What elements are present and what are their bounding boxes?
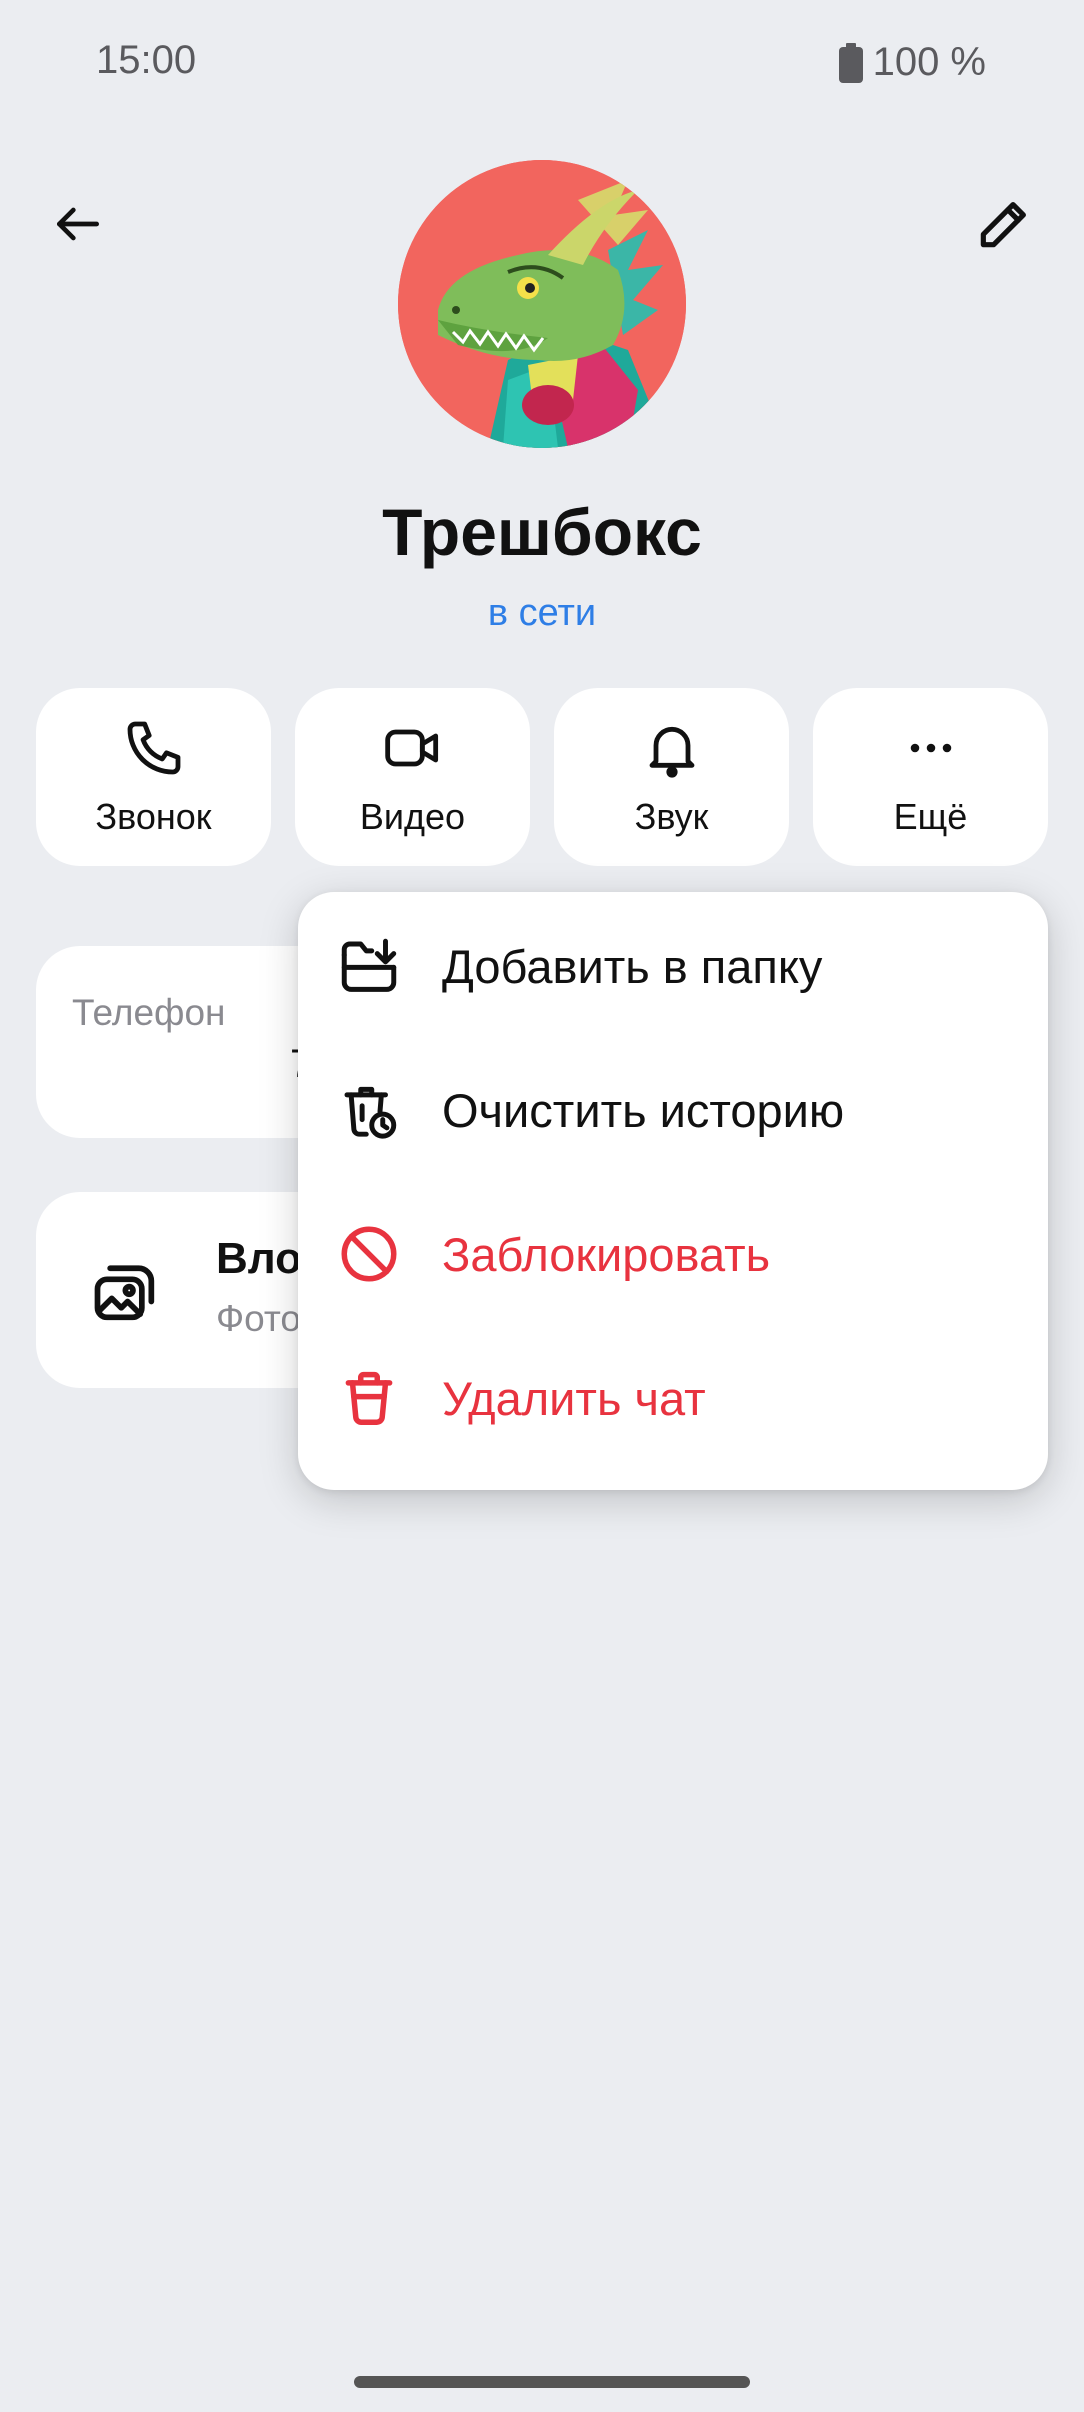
- profile-name: Трешбокс: [382, 495, 702, 569]
- trash-icon: [345, 1371, 393, 1425]
- battery-level: 100 %: [872, 40, 986, 84]
- pencil-icon: [980, 202, 1026, 248]
- action-buttons: Звонок Видео Звук Ещё: [36, 688, 1048, 866]
- back-button[interactable]: [44, 190, 112, 258]
- menu-delete-chat-label: Удалить чат: [442, 1371, 706, 1425]
- edit-button[interactable]: [968, 188, 1040, 260]
- more-label: Ещё: [893, 796, 968, 837]
- video-icon: [384, 729, 438, 767]
- menu-add-to-folder[interactable]: Добавить в папку: [298, 894, 1048, 1038]
- menu-clear-history[interactable]: Очистить историю: [298, 1038, 1048, 1182]
- status-time: 15:00: [96, 38, 197, 82]
- gallery-icon: [94, 1265, 155, 1321]
- home-indicator[interactable]: [354, 2376, 750, 2388]
- attachments-title: Вло: [216, 1234, 303, 1283]
- menu-block[interactable]: Заблокировать: [298, 1182, 1048, 1326]
- folder-download-icon: [341, 938, 397, 992]
- call-label: Звонок: [95, 796, 212, 837]
- call-button[interactable]: Звонок: [36, 688, 271, 866]
- avatar[interactable]: [398, 160, 686, 448]
- phone-icon: [127, 721, 180, 775]
- bell-icon: [649, 726, 694, 778]
- more-button[interactable]: Ещё: [813, 688, 1048, 866]
- battery-icon: [838, 42, 863, 83]
- video-button[interactable]: Видео: [295, 688, 530, 866]
- sound-button[interactable]: Звук: [554, 688, 789, 866]
- status-indicators: 100 %: [838, 40, 986, 85]
- menu-clear-history-label: Очистить историю: [442, 1083, 845, 1137]
- sound-label: Звук: [634, 796, 709, 837]
- video-label: Видео: [359, 796, 466, 837]
- profile-screen: 15:00 100 % Трешбокс в сети Звонок Видео…: [0, 0, 1084, 2412]
- more-menu: Добавить в папку Очистить историю Заблок…: [298, 892, 1048, 1490]
- online-status: в сети: [487, 592, 597, 634]
- menu-block-label: Заблокировать: [442, 1227, 771, 1281]
- phone-label: Телефон: [72, 992, 226, 1033]
- attachments-subtitle: Фото: [216, 1298, 302, 1339]
- menu-delete-chat[interactable]: Удалить чат: [298, 1326, 1048, 1470]
- menu-add-to-folder-label: Добавить в папку: [442, 939, 823, 993]
- dragon-avatar-image: [398, 160, 686, 448]
- trash-clock-icon: [344, 1086, 397, 1139]
- more-icon: [910, 743, 951, 753]
- block-icon: [341, 1226, 397, 1282]
- arrow-left-icon: [57, 207, 99, 241]
